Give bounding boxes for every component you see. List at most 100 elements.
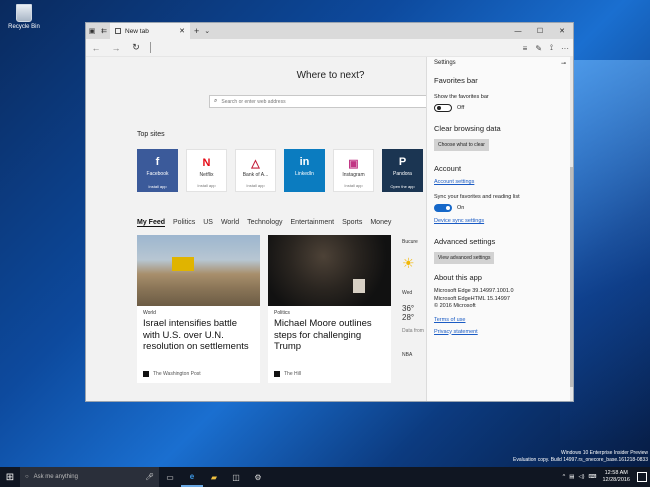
site-subtitle: Install app: [197, 183, 216, 188]
site-logo-icon: ▣: [348, 157, 359, 170]
top-site-tile[interactable]: ▣ Instagram Install app: [333, 149, 374, 192]
hub-icon[interactable]: ≡: [523, 44, 528, 53]
feed-tab[interactable]: Money: [370, 219, 391, 227]
site-subtitle: Install app: [246, 183, 265, 188]
volume-icon[interactable]: ◁): [578, 474, 584, 480]
choose-what-to-clear-button[interactable]: Choose what to clear: [434, 139, 489, 151]
toggle-switch-on[interactable]: [434, 204, 452, 212]
settings-gear-icon[interactable]: ⚙: [247, 467, 269, 487]
site-logo-icon: in: [299, 156, 310, 168]
tab-preview-icon[interactable]: ▣: [86, 23, 98, 39]
device-sync-link[interactable]: Device sync settings: [434, 218, 566, 224]
window-controls: — ☐ ✕: [507, 23, 573, 39]
new-tab-page: Where to next? ⌕ Search or enter web add…: [86, 57, 439, 401]
site-name: Facebook: [146, 171, 169, 177]
web-note-icon[interactable]: ✎: [535, 44, 542, 53]
start-button[interactable]: ⊞: [0, 467, 20, 487]
toggle-switch-off[interactable]: [434, 104, 452, 112]
show-favorites-toggle[interactable]: Off: [434, 104, 566, 112]
settings-scrollbar[interactable]: [570, 57, 573, 401]
title-bar: ▣ ⇇ New tab ✕ + ⌄ — ☐ ✕: [86, 23, 573, 39]
top-site-tile[interactable]: P Pandora Open the app: [382, 149, 423, 192]
refresh-icon[interactable]: ↻: [126, 42, 146, 53]
advanced-heading: Advanced settings: [434, 237, 496, 246]
search-icon: ⌕: [214, 98, 218, 104]
toolbar-right: ≡ ✎ ⟟ ···: [523, 39, 569, 57]
recycle-bin-label: Recycle Bin: [8, 24, 40, 30]
system-tray: ^ ▤ ◁) ⌨ 12:58 AM 12/28/2016: [563, 470, 650, 484]
account-settings-link[interactable]: Account settings: [434, 179, 566, 185]
top-site-tile[interactable]: △ Bank of A... Install app: [235, 149, 276, 192]
pin-icon[interactable]: ⊸: [561, 60, 566, 67]
tab-close-icon[interactable]: ✕: [179, 27, 185, 35]
more-icon[interactable]: ···: [561, 44, 569, 53]
feed-tab[interactable]: Technology: [247, 219, 282, 227]
news-headline: Israel intensifies battle with U.S. over…: [143, 318, 249, 352]
clock-date: 12/28/2016: [602, 477, 630, 483]
set-aside-icon[interactable]: ⇇: [98, 23, 110, 39]
sync-toggle[interactable]: On: [434, 204, 566, 212]
search-input[interactable]: ⌕ Search or enter web address: [209, 95, 439, 108]
feed-tab[interactable]: World: [221, 219, 239, 227]
feed-tab[interactable]: Politics: [173, 219, 195, 227]
toggle-state-label: Off: [457, 105, 465, 111]
top-site-tile[interactable]: in LinkedIn: [284, 149, 325, 192]
action-center-icon[interactable]: [637, 472, 647, 482]
close-window-button[interactable]: ✕: [551, 23, 573, 39]
toggle-state-label: On: [457, 205, 465, 211]
sync-label: Sync your favorites and reading list: [434, 194, 520, 200]
feed-tab[interactable]: US: [203, 219, 213, 227]
news-card[interactable]: World Israel intensifies battle with U.S…: [137, 235, 260, 383]
watermark-line: Evaluation copy. Build 14997.rs_onecore_…: [512, 457, 648, 463]
feed-tab[interactable]: Sports: [342, 219, 362, 227]
minimize-button[interactable]: —: [507, 23, 529, 39]
edge-taskbar-icon[interactable]: e: [181, 467, 203, 487]
site-logo-icon: N: [202, 157, 211, 169]
show-hidden-icons-icon[interactable]: ^: [563, 474, 566, 480]
top-sites-grid: f Facebook Install app N Netflix Install app △…: [137, 149, 423, 192]
news-source-label: The Washington Post: [153, 371, 201, 377]
maximize-button[interactable]: ☐: [529, 23, 551, 39]
about-info: Microsoft Edge 39.14997.1001.0 Microsoft…: [434, 288, 566, 311]
share-icon[interactable]: ⟟: [550, 43, 553, 53]
site-subtitle: Install app: [148, 184, 167, 189]
source-logo-icon: [143, 371, 149, 377]
news-image: [268, 235, 391, 306]
search-placeholder: Search or enter web address: [221, 98, 286, 105]
keyboard-icon[interactable]: ⌨: [589, 474, 597, 480]
file-explorer-icon[interactable]: ▰: [203, 467, 225, 487]
tab-title: New tab: [125, 27, 149, 35]
store-icon[interactable]: ◫: [225, 467, 247, 487]
back-icon[interactable]: ←: [86, 43, 106, 53]
about-line: Microsoft EdgeHTML 15.14997: [434, 295, 510, 302]
tab-list-chevron-icon[interactable]: ⌄: [204, 27, 210, 35]
site-name: Bank of A...: [242, 172, 269, 178]
forward-icon[interactable]: →: [106, 43, 126, 53]
top-site-tile[interactable]: N Netflix Install app: [186, 149, 227, 192]
site-subtitle: Install app: [344, 183, 363, 188]
site-logo-icon: △: [251, 157, 260, 170]
clock[interactable]: 12:58 AM 12/28/2016: [602, 470, 630, 484]
cortana-search-box[interactable]: ○ Ask me anything 🎤︎: [20, 467, 159, 487]
view-advanced-settings-button[interactable]: View advanced settings: [434, 252, 495, 264]
site-name: Instagram: [342, 172, 365, 178]
site-name: Netflix: [199, 172, 214, 178]
task-view-icon[interactable]: ▭: [159, 467, 181, 487]
tab-new-tab[interactable]: New tab ✕: [110, 23, 190, 39]
privacy-link[interactable]: Privacy statement: [434, 329, 566, 335]
about-line: © 2016 Microsoft: [434, 303, 476, 309]
microphone-icon[interactable]: 🎤︎: [145, 473, 154, 481]
site-name: LinkedIn: [295, 171, 314, 177]
feed-tab[interactable]: Entertainment: [291, 219, 335, 227]
recycle-bin[interactable]: Recycle Bin: [4, 4, 44, 30]
taskbar: ⊞ ○ Ask me anything 🎤︎ ▭ e ▰ ◫ ⚙ ^ ▤ ◁) …: [0, 467, 650, 487]
settings-header: Settings ⊸: [434, 57, 566, 69]
new-tab-button[interactable]: +: [194, 26, 199, 36]
network-icon[interactable]: ▤: [569, 474, 574, 480]
news-image: [137, 235, 260, 306]
feed-tab[interactable]: My Feed: [137, 219, 166, 227]
top-site-tile[interactable]: f Facebook Install app: [137, 149, 178, 192]
terms-link[interactable]: Terms of use: [434, 317, 566, 323]
news-card[interactable]: Politics Michael Moore outlines steps fo…: [268, 235, 391, 383]
top-sites-heading: Top sites: [137, 131, 165, 138]
